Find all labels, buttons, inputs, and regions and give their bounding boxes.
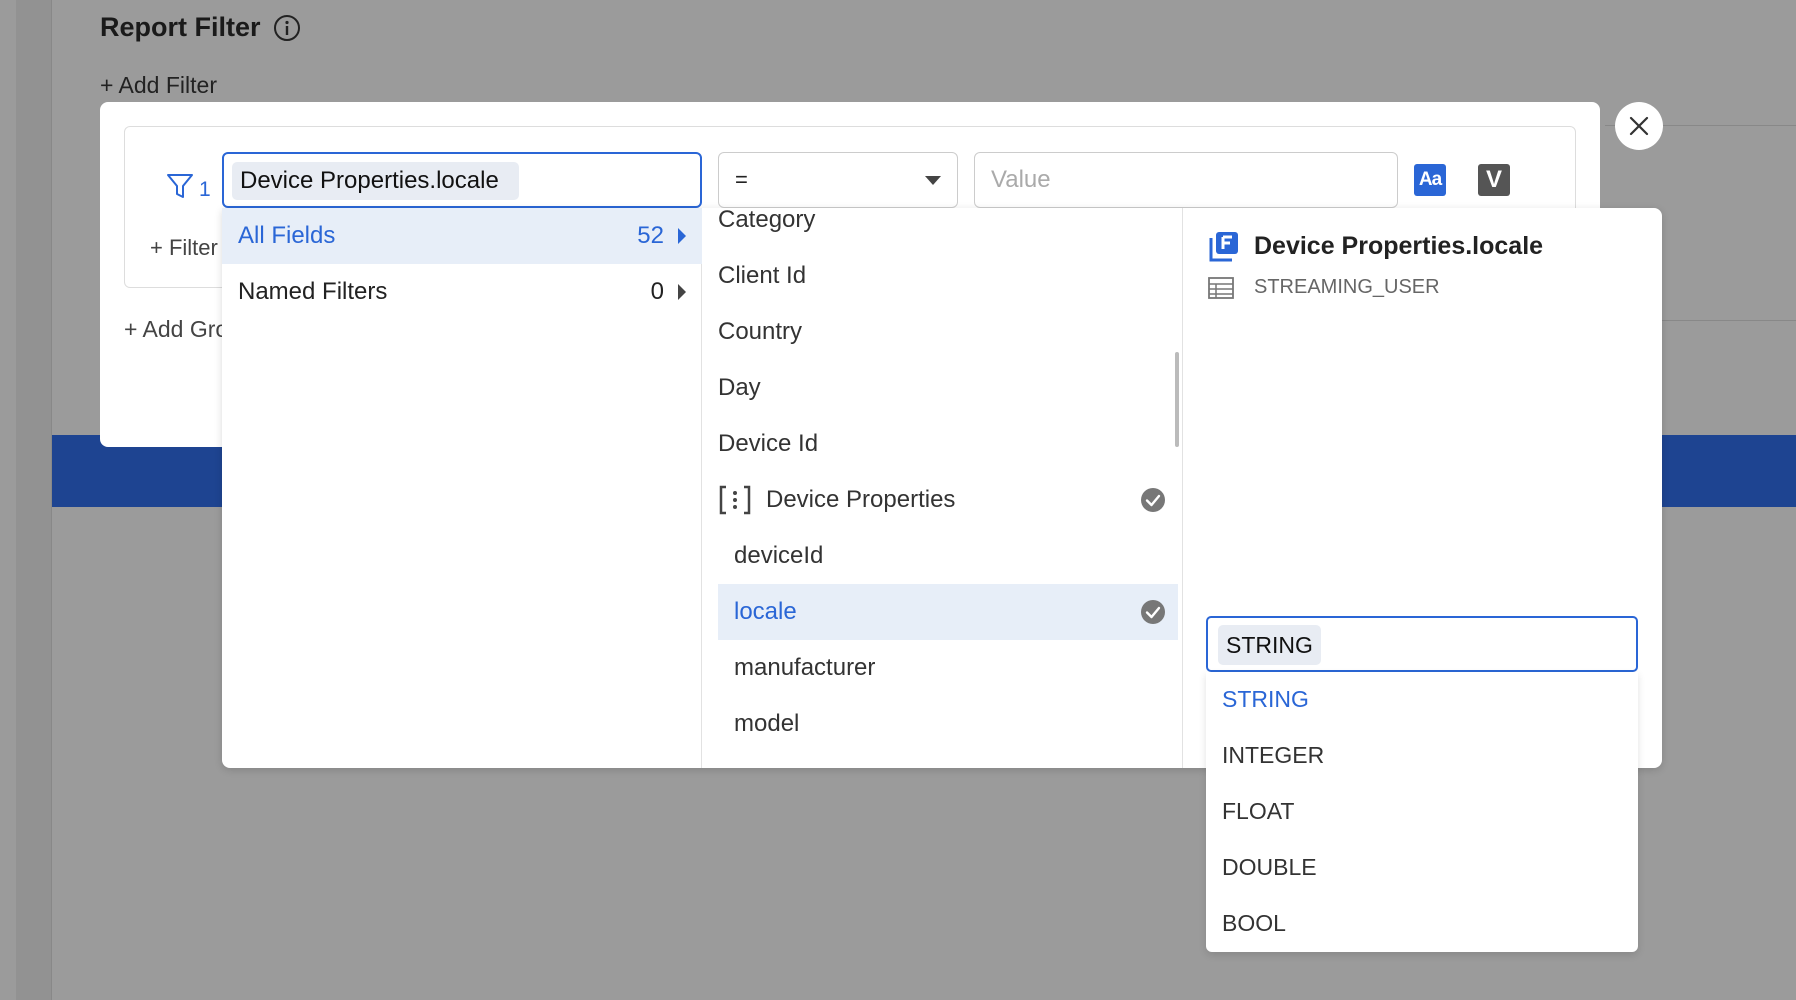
detail-title: Device Properties.locale — [1208, 230, 1543, 262]
category-list: All Fields 52 Named Filters 0 — [222, 208, 702, 768]
field-group-device-properties[interactable]: Device Properties — [718, 472, 1178, 528]
field-item[interactable]: Category — [718, 208, 1178, 248]
type-select-input[interactable]: STRING — [1206, 616, 1638, 672]
type-option[interactable]: DOUBLE — [1222, 854, 1317, 881]
category-count: 52 — [637, 222, 664, 249]
chevron-right-icon — [678, 284, 686, 300]
field-icon — [1209, 232, 1238, 262]
add-sub-filter-link[interactable]: + Filter — [150, 235, 218, 261]
field-item[interactable]: manufacturer — [718, 640, 1178, 696]
filter-funnel-icon — [167, 174, 193, 198]
info-icon[interactable] — [273, 14, 301, 42]
check-circle-icon — [1141, 488, 1165, 512]
value-input[interactable] — [974, 152, 1398, 208]
check-circle-icon — [1141, 600, 1165, 624]
type-chip[interactable]: STRING — [1218, 625, 1321, 665]
field-label: Device Id — [718, 430, 819, 457]
operator-select[interactable]: = — [718, 152, 958, 208]
page-title-text: Report Filter — [100, 12, 261, 42]
field-item[interactable]: Device Id — [718, 416, 1178, 472]
field-label: Day — [718, 374, 761, 401]
category-all-fields[interactable]: All Fields 52 — [222, 208, 702, 264]
variable-button[interactable]: V — [1478, 164, 1510, 196]
field-label: Category — [718, 208, 816, 233]
type-option[interactable]: FLOAT — [1222, 798, 1294, 825]
field-chip[interactable]: Device Properties.locale — [232, 162, 519, 200]
detail-table-name: STREAMING_USER — [1254, 276, 1440, 298]
add-group-link[interactable]: + Add Gro — [124, 316, 228, 343]
field-item[interactable]: Day — [718, 360, 1178, 416]
chevron-right-icon — [678, 228, 686, 244]
case-sensitive-button[interactable]: Aa — [1414, 164, 1446, 196]
left-rail — [16, 0, 52, 1000]
category-named-filters[interactable]: Named Filters 0 — [222, 264, 702, 320]
caret-down-icon — [925, 176, 941, 185]
field-item[interactable]: deviceId — [718, 528, 1178, 584]
field-select-input[interactable]: Device Properties.locale — [222, 152, 702, 208]
scrollbar[interactable] — [1175, 352, 1179, 447]
category-label: Named Filters — [238, 278, 388, 305]
field-label: deviceId — [734, 542, 824, 569]
close-button[interactable] — [1615, 102, 1663, 150]
type-options-list: STRING INTEGER FLOAT DOUBLE BOOL — [1206, 672, 1638, 952]
type-option[interactable]: STRING — [1222, 686, 1309, 713]
field-label: manufacturer — [734, 654, 876, 681]
page-title: Report Filter — [100, 12, 301, 43]
field-list[interactable]: Category Client Id Country Day Device Id… — [702, 208, 1183, 768]
add-filter-link[interactable]: + Add Filter — [100, 72, 217, 99]
field-item-selected[interactable]: locale — [718, 584, 1178, 640]
category-label: All Fields — [238, 222, 336, 249]
category-count: 0 — [650, 278, 664, 305]
field-item[interactable]: Country — [718, 304, 1178, 360]
operator-value: = — [735, 167, 748, 192]
type-option[interactable]: BOOL — [1222, 910, 1286, 937]
detail-table: STREAMING_USER — [1208, 276, 1440, 299]
field-item[interactable]: model — [718, 696, 1178, 752]
field-label: model — [734, 710, 800, 737]
field-label: Country — [718, 318, 803, 345]
struct-field-icon — [719, 485, 751, 515]
field-label: Client Id — [718, 262, 807, 289]
type-option[interactable]: INTEGER — [1222, 742, 1324, 769]
detail-field-name: Device Properties.locale — [1254, 231, 1544, 260]
filter-index: 1 — [199, 178, 211, 201]
field-label: locale — [734, 598, 797, 625]
table-icon — [1208, 276, 1234, 299]
field-label: Device Properties — [766, 486, 956, 513]
field-item[interactable]: Client Id — [718, 248, 1178, 304]
close-icon — [1629, 116, 1649, 136]
